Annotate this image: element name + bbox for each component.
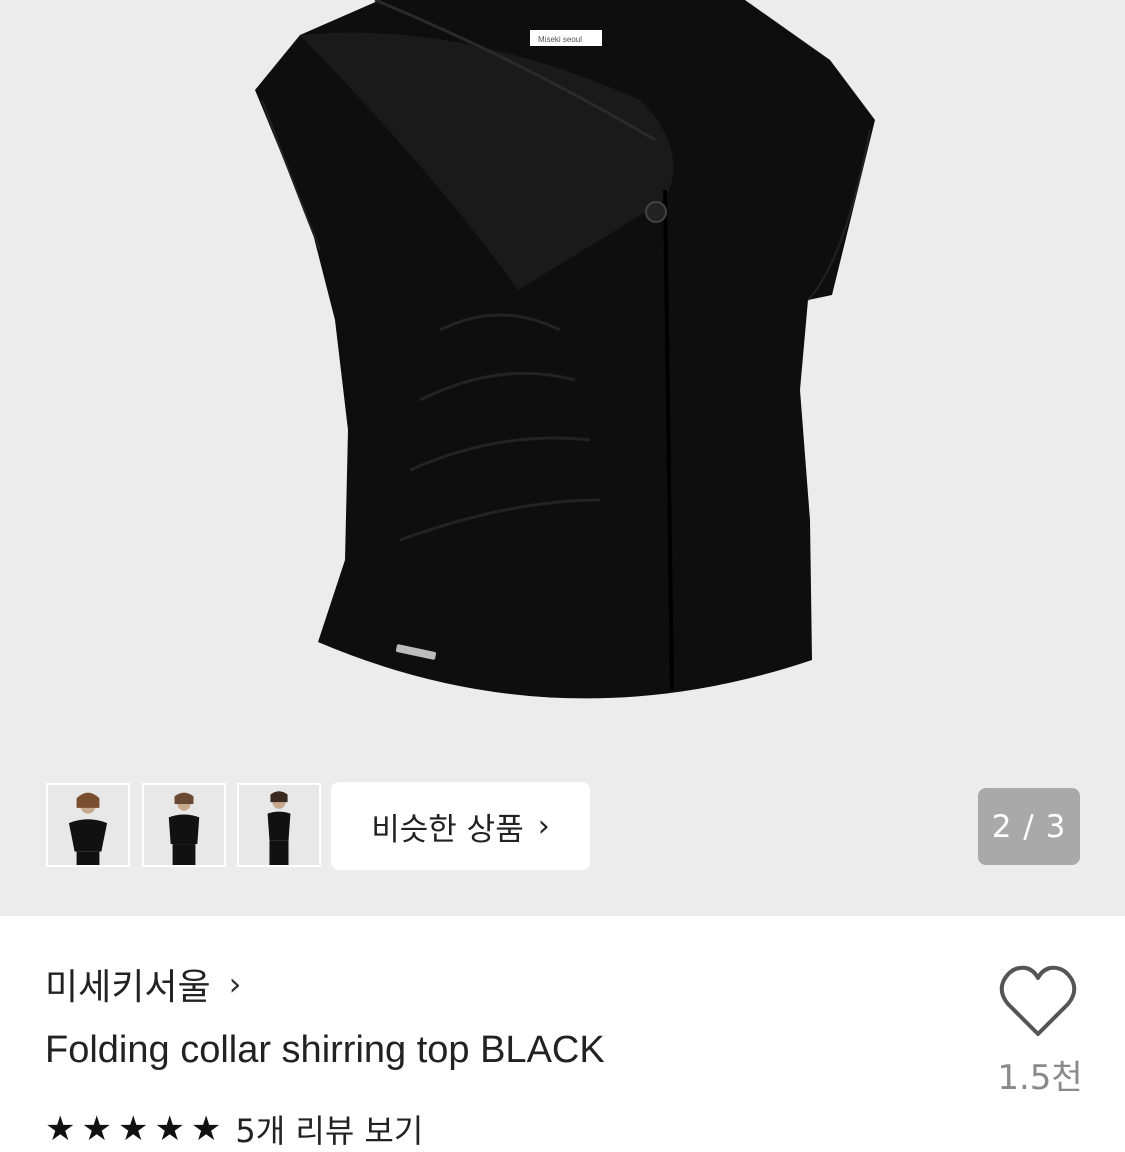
brand-link[interactable]: 미세키서울 › <box>45 958 241 1010</box>
thumbnail-1[interactable] <box>46 783 130 867</box>
product-main-image: Miseki seoul <box>255 0 875 699</box>
garment-button <box>645 201 667 223</box>
thumbnail-3[interactable] <box>237 783 321 867</box>
rating-stars: ★★★★★ <box>45 1109 228 1149</box>
thumbnail-model-image <box>144 785 224 865</box>
similar-products-button[interactable]: 비슷한 상품 › <box>331 782 590 870</box>
brand-name: 미세키서울 <box>45 967 211 1008</box>
similar-products-label: 비슷한 상품 <box>371 811 524 848</box>
reviews-link[interactable]: 5개 리뷰 보기 <box>235 1106 423 1152</box>
chevron-right-icon: › <box>228 965 242 1003</box>
thumbnail-model-image <box>239 785 319 865</box>
product-title: Folding collar shirring top BLACK <box>45 1029 605 1071</box>
like-count: 1.5천 <box>997 1058 1083 1098</box>
like-button[interactable] <box>996 962 1080 1042</box>
chevron-right-icon: › <box>537 808 550 844</box>
heart-outline-icon <box>999 965 1077 1036</box>
image-page-counter: 2 / 3 <box>978 788 1080 865</box>
thumbnail-model-image <box>48 785 128 865</box>
rating-row[interactable]: ★★★★★ 5개 리뷰 보기 <box>45 1106 423 1152</box>
thumbnail-2[interactable] <box>142 783 226 867</box>
svg-text:Miseki seoul: Miseki seoul <box>538 35 582 44</box>
product-image-carousel[interactable]: Miseki seoul 비슷한 상품 › 2 / 3 <box>0 0 1125 916</box>
